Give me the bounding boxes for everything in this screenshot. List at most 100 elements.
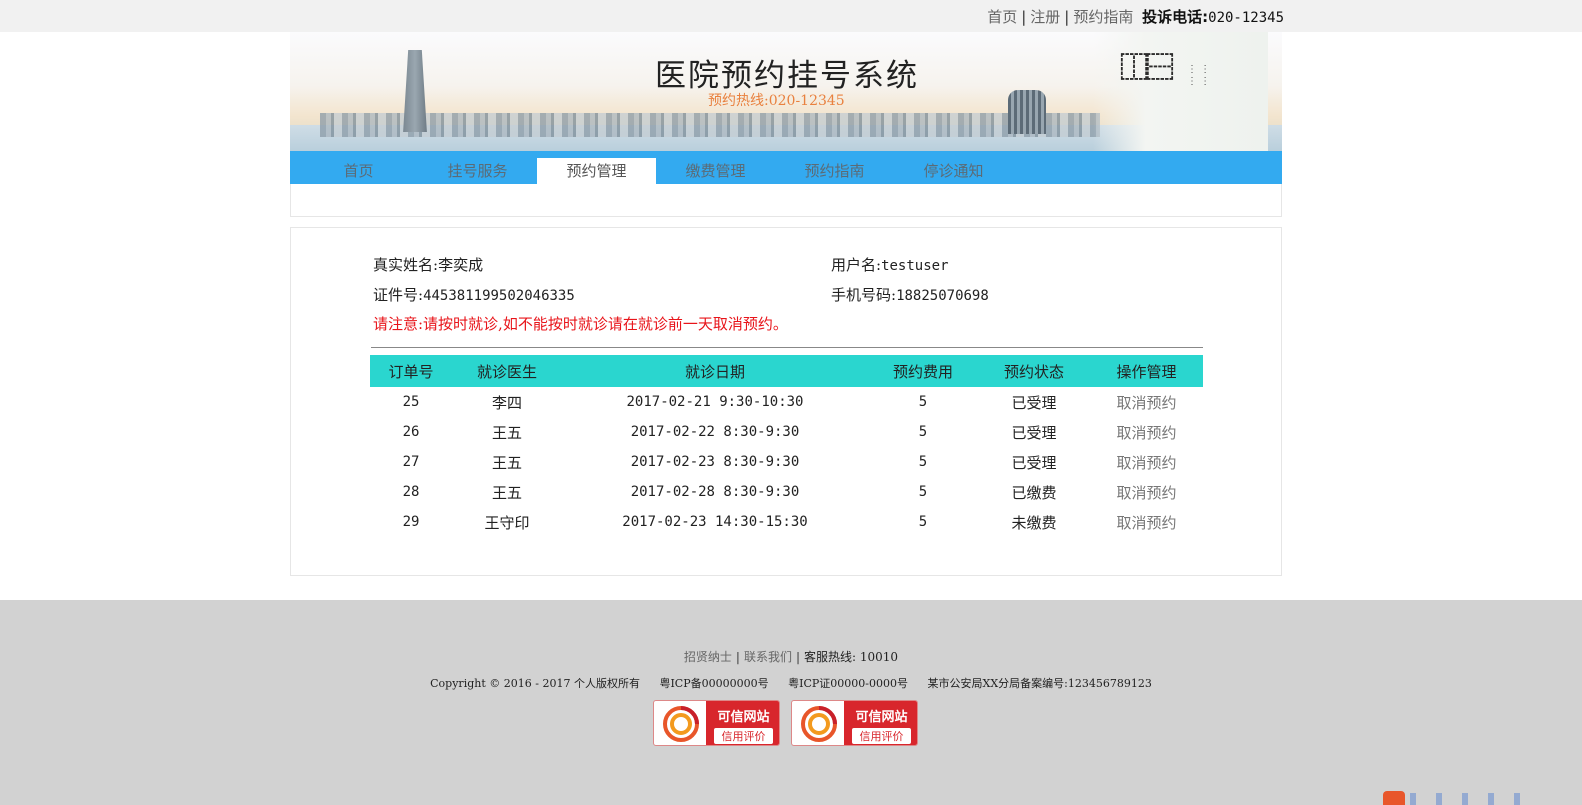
footer-links: 招贤纳士 | 联系我们 | 客服热线: 10010 [0,648,1582,665]
top-link-guide[interactable]: 预约指南 [1073,8,1133,26]
corner-widget-icon[interactable] [1383,791,1405,805]
main-nav: 首页 挂号服务 预约管理 缴费管理 预约指南 停诊通知 [290,151,1282,184]
table-row: 27 王五 2017-02-23 8:30-9:30 5 已受理 取消预约 [370,447,1203,477]
table-row: 29 王守印 2017-02-23 14:30-15:30 5 未缴费 取消预约 [370,507,1203,537]
column-header-doctor: 就诊医生 [452,355,562,387]
badge-subtitle: 信用评价 [852,728,911,744]
top-link-home[interactable]: 首页 [987,8,1017,26]
cancel-appointment-link[interactable]: 取消预约 [1090,447,1203,477]
status: 已受理 [1011,393,1057,412]
fee: 5 [918,454,928,470]
real-name-label: 真实姓名: [373,256,439,274]
real-name: 真实姓名:李奕成 [373,254,483,275]
real-name-value: 李奕成 [438,256,484,274]
order-id: 26 [402,424,420,440]
cancel-appointment-link[interactable]: 取消预约 [1090,387,1203,417]
trusted-site-badge[interactable]: 可信网站 信用评价 [653,700,780,746]
cancel-appointment-link[interactable]: 取消预约 [1090,507,1203,537]
badge-title: 可信网站 [855,710,908,725]
top-links: 首页 | 注册 | 预约指南 投诉电话:020-12345 [987,6,1284,27]
trusted-site-logo-icon [796,705,842,743]
trusted-site-badge[interactable]: 可信网站 信用评价 [791,700,918,746]
mobile-phone-label: 手机号码: [831,286,897,304]
visit-date: 2017-02-23 14:30-15:30 [622,514,808,530]
table-header-row: 订单号 就诊医生 就诊日期 预约费用 预约状态 操作管理 [370,355,1203,387]
nav-item-payments[interactable]: 缴费管理 [656,158,775,184]
copyright-line: Copyright © 2016 - 2017 个人版权所有 粤ICP备0000… [0,675,1582,691]
order-id: 28 [402,484,420,500]
visit-date: 2017-02-23 8:30-9:30 [630,454,800,470]
footer: 招贤纳士 | 联系我们 | 客服热线: 10010 Copyright © 2016 -… [0,600,1582,805]
nav-item-registration[interactable]: 挂号服务 [418,158,537,184]
footer-hotline: 客服热线: 10010 [804,650,899,664]
attendance-notice: 请注意:请按时就诊,如不能按时就诊请在就诊前一天取消预约。 [373,315,788,333]
visit-date: 2017-02-21 9:30-10:30 [626,394,804,410]
mobile-phone-value: 18825070698 [896,288,989,304]
order-id: 27 [402,454,420,470]
doctor-name: 李四 [491,393,522,412]
nav-item-appointments[interactable]: 预约管理 [537,158,656,184]
top-link-separator: | [1021,8,1027,26]
doctor-name: 王守印 [484,513,530,532]
mobile-phone: 手机号码:18825070698 [831,284,989,305]
banner-building [1008,90,1046,134]
corner-widget-bar [1410,793,1540,805]
complaint-phone: 020-12345 [1208,10,1284,26]
column-header-status: 预约状态 [978,355,1090,387]
badge-text: 可信网站 信用评价 [844,701,917,745]
sub-nav-panel [290,184,1282,217]
top-bar: 首页 | 注册 | 预约指南 投诉电话:020-12345 [0,0,1582,32]
cancel-appointment-link[interactable]: 取消预约 [1090,417,1203,447]
divider [371,347,1203,348]
police-record: 某市公安局XX分局备案编号:123456789123 [927,677,1152,690]
badge-text: 可信网站 信用评价 [706,701,779,745]
banner-calligraphy: ⿰⿱ [1119,51,1174,84]
complaint-phone-label: 投诉电话: [1142,8,1209,26]
nav-item-home[interactable]: 首页 [299,158,418,184]
banner-calligraphy-small: ⋮ ⋮ ⋮ ⋮ [1187,64,1211,87]
icp-license: 粤ICP证00000-0000号 [788,677,908,690]
username-value: testuser [881,258,949,274]
doctor-name: 王五 [491,453,522,472]
column-header-date: 就诊日期 [562,355,868,387]
icp-record: 粤ICP备00000000号 [659,677,769,690]
column-header-actions: 操作管理 [1090,355,1203,387]
banner-hotline: 预约热线:020-12345 [708,93,845,109]
header-banner: ⿰⿱ ⋮ ⋮ ⋮ ⋮ 医院预约挂号系统 预约热线:020-12345 [290,32,1282,151]
trusted-site-logo-icon [658,705,704,743]
footer-separator: | [735,650,740,664]
nav-item-guide[interactable]: 预约指南 [775,158,894,184]
doctor-name: 王五 [491,483,522,502]
badge-title: 可信网站 [717,710,770,725]
id-number-value: 445381199502046335 [423,288,575,304]
fee: 5 [918,514,928,530]
footer-link-careers[interactable]: 招贤纳士 [684,650,732,664]
visit-date: 2017-02-22 8:30-9:30 [630,424,800,440]
cancel-appointment-link[interactable]: 取消预约 [1090,477,1203,507]
fee: 5 [918,424,928,440]
table-row: 26 王五 2017-02-22 8:30-9:30 5 已受理 取消预约 [370,417,1203,447]
footer-separator: | [795,650,801,664]
username-label: 用户名: [831,256,882,274]
status: 未缴费 [1011,513,1057,532]
fee: 5 [918,394,928,410]
username: 用户名:testuser [831,254,949,275]
doctor-name: 王五 [491,423,522,442]
table-row: 25 李四 2017-02-21 9:30-10:30 5 已受理 取消预约 [370,387,1203,417]
fee: 5 [918,484,928,500]
table-row: 28 王五 2017-02-28 8:30-9:30 5 已缴费 取消预约 [370,477,1203,507]
top-link-separator: | [1064,8,1070,26]
visit-date: 2017-02-28 8:30-9:30 [630,484,800,500]
status: 已缴费 [1011,483,1057,502]
footer-link-contact[interactable]: 联系我们 [744,650,792,664]
site-title: 医院预约挂号系统 [655,58,919,94]
copyright: Copyright © 2016 - 2017 个人版权所有 [430,677,640,690]
orders-table: 订单号 就诊医生 就诊日期 预约费用 预约状态 操作管理 25 李四 2017-… [370,355,1203,537]
order-id: 25 [402,394,420,410]
top-link-register[interactable]: 注册 [1030,8,1060,26]
column-header-fee: 预约费用 [868,355,978,387]
nav-item-suspension[interactable]: 停诊通知 [894,158,1013,184]
status: 已受理 [1011,453,1057,472]
badge-subtitle: 信用评价 [714,728,773,744]
status: 已受理 [1011,423,1057,442]
